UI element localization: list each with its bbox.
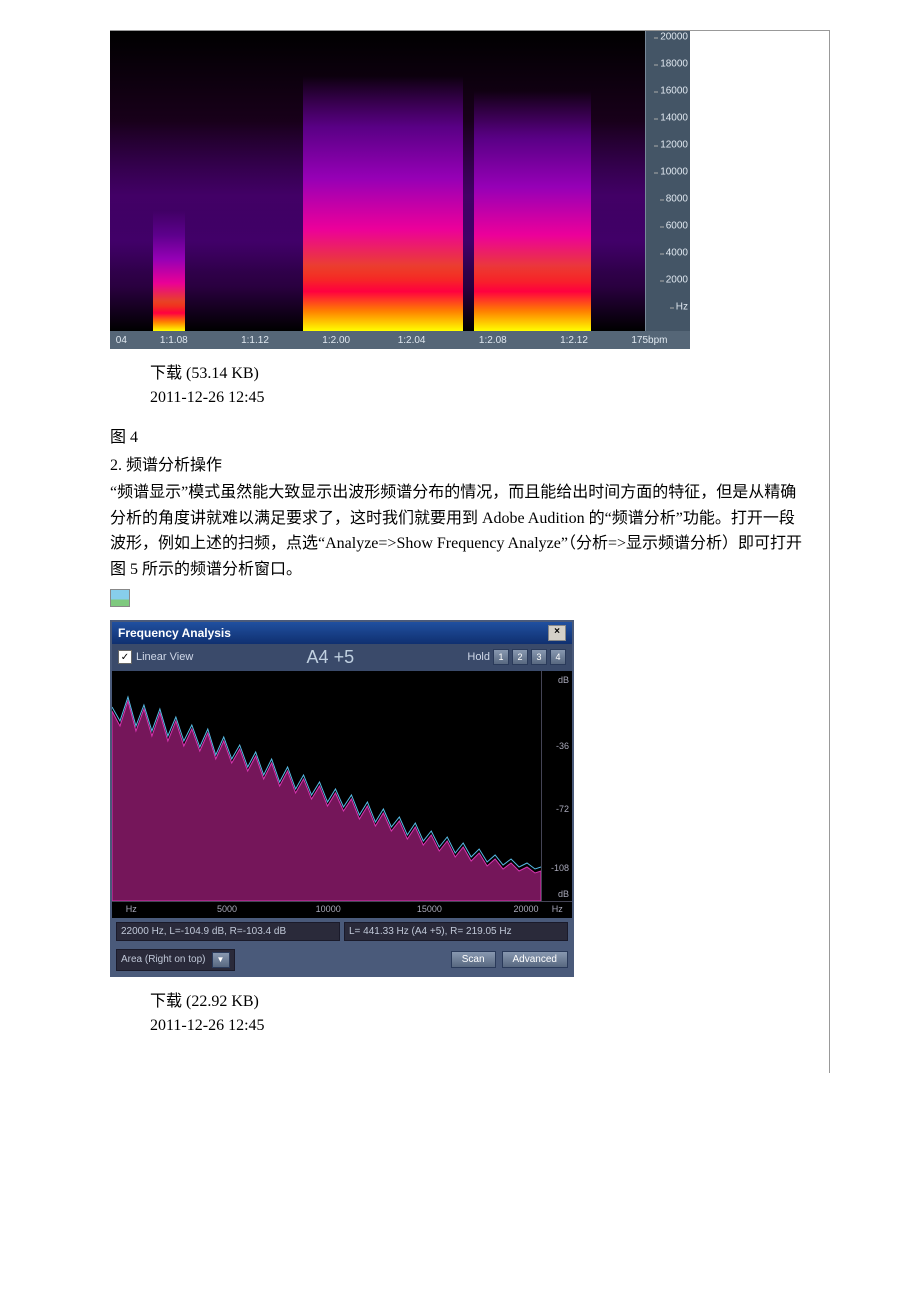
frequency-y-axis: dB -36 -72 -108 dB [541,671,572,901]
paragraph: “频谱显示”模式虽然能大致显示出波形频谱分布的情况，而且能给出时间方面的特征，但… [110,480,809,582]
status-peak: L= 441.33 Hz (A4 +5), R= 219.05 Hz [344,922,568,941]
y-tick: 20000 [660,32,688,43]
image-caption-2: 下载 (22.92 KB) 2011-12-26 12:45 [110,987,809,1035]
y-tick: 18000 [660,59,688,70]
window-titlebar[interactable]: Frequency Analysis × [112,622,572,644]
hold-controls: Hold 1 2 3 4 [467,649,566,665]
x-tick: 1:1.12 [241,335,269,346]
frequency-x-axis: Hz 5000 10000 15000 20000 Hz [112,901,572,918]
y-tick: 2000 [666,275,688,286]
fx-tick: 20000 [513,904,538,914]
y-tick: 12000 [660,140,688,151]
checkbox-icon[interactable]: ✓ [118,650,132,664]
advanced-button[interactable]: Advanced [502,951,568,968]
document-cell: 20000 18000 16000 14000 12000 10000 8000… [110,30,830,1073]
hold-button-3[interactable]: 3 [531,649,547,665]
linear-view-checkbox[interactable]: ✓ Linear View [118,650,193,664]
y-tick: 10000 [660,167,688,178]
chevron-down-icon[interactable]: ▼ [212,952,230,968]
y-tick: 6000 [666,221,688,232]
window-title: Frequency Analysis [118,626,231,640]
x-tick: 1:2.12 [560,335,588,346]
frequency-analysis-window: Frequency Analysis × ✓ Linear View A4 +5… [110,620,574,977]
x-tick: 1:1.08 [160,335,188,346]
y-tick: 8000 [666,194,688,205]
note-readout: A4 +5 [193,647,467,668]
image-placeholder-icon [110,589,130,607]
frequency-curve[interactable] [112,671,541,901]
frequency-plot: dB -36 -72 -108 dB [112,671,572,901]
fy-tick: dB [558,675,569,685]
view-mode-dropdown[interactable]: Area (Right on top) ▼ [116,949,235,971]
y-tick: 14000 [660,113,688,124]
x-tick: 1:2.04 [398,335,426,346]
spectrogram-x-axis: 04 1:1.08 1:1.12 1:2.00 1:2.04 1:2.08 1:… [110,331,690,349]
image-caption-1: 下载 (53.14 KB) 2011-12-26 12:45 [110,359,809,407]
fx-tick: 15000 [417,904,442,914]
fx-tick: 5000 [217,904,237,914]
fx-tick: Hz [552,904,563,914]
spectrogram-y-axis: 20000 18000 16000 14000 12000 10000 8000… [645,31,690,331]
x-tick: 1:2.08 [479,335,507,346]
fx-tick: 10000 [316,904,341,914]
spectrogram-canvas [110,31,645,331]
download-link[interactable]: 下载 (22.92 KB) [150,987,809,1011]
hold-button-1[interactable]: 1 [493,649,509,665]
x-tick: 1:2.00 [322,335,350,346]
status-cursor: 22000 Hz, L=-104.9 dB, R=-103.4 dB [116,922,340,941]
window-footer: Area (Right on top) ▼ Scan Advanced [112,945,572,975]
freq-toolbar: ✓ Linear View A4 +5 Hold 1 2 3 4 [112,644,572,671]
figure-number: 图 4 [110,425,809,451]
y-tick: 4000 [666,248,688,259]
hold-label: Hold [467,651,490,663]
dropdown-value: Area (Right on top) [121,954,206,965]
hold-button-4[interactable]: 4 [550,649,566,665]
y-tick: Hz [676,302,688,313]
spectrogram-figure: 20000 18000 16000 14000 12000 10000 8000… [110,31,690,331]
fy-tick: dB [558,889,569,899]
timestamp: 2011-12-26 12:45 [150,389,809,407]
status-bar: 22000 Hz, L=-104.9 dB, R=-103.4 dB L= 44… [112,918,572,945]
fx-tick: Hz [126,904,137,914]
fy-tick: -72 [556,804,569,814]
fy-tick: -108 [551,863,569,873]
close-icon[interactable]: × [548,625,566,641]
y-tick: 16000 [660,86,688,97]
hold-button-2[interactable]: 2 [512,649,528,665]
scan-button[interactable]: Scan [451,951,496,968]
timestamp: 2011-12-26 12:45 [150,1017,809,1035]
section-heading: 2. 频谱分析操作 [110,453,809,479]
tempo-label: 175bpm [631,335,667,346]
fy-tick: -36 [556,741,569,751]
download-link[interactable]: 下载 (53.14 KB) [150,359,809,383]
linear-view-label: Linear View [136,651,193,663]
x-tick: 04 [116,335,127,346]
